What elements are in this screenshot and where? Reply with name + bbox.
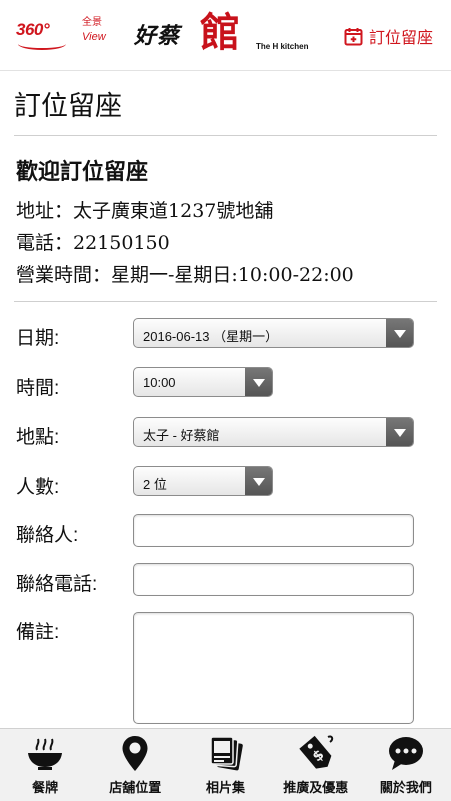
hours-label: 營業時間： (16, 265, 112, 286)
logo-quanjing-text: 全景 (82, 17, 102, 28)
time-label: 時間: (16, 378, 60, 399)
chat-bubble-icon (388, 737, 423, 770)
brand-logo-small: 好蔡 (134, 23, 181, 49)
tab-menu[interactable]: 餐牌 (0, 729, 90, 801)
tab-photo-gallery-label: 相片集 (206, 780, 246, 795)
location-label: 地點: (16, 427, 60, 448)
location-select-value: 太子 - 好蔡館 (143, 428, 220, 443)
calendar-plus-icon (344, 27, 363, 45)
bowl-icon (28, 738, 63, 770)
tab-promotions-label: 推廣及優惠 (283, 780, 349, 795)
notes-label: 備註: (16, 622, 60, 643)
time-select-value: 10:00 (143, 375, 176, 390)
chevron-down-icon (386, 418, 413, 446)
phone-label: 電話： (16, 233, 74, 254)
hours-value: 星期一-星期日:10:00-22:00 (111, 264, 354, 286)
date-label: 日期: (16, 328, 60, 349)
people-label: 人數: (16, 477, 60, 498)
title-divider (14, 135, 437, 136)
address-value: 太子廣東道1237號地舖 (73, 200, 274, 222)
chevron-down-icon (245, 467, 272, 495)
logo-view-text: View (82, 31, 106, 43)
brand-logo-big: 館 (200, 9, 240, 56)
address-line: 地址：太子廣東道1237號地舖 (16, 196, 273, 223)
tab-about-us-label: 關於我們 (379, 780, 432, 795)
price-tag-icon: $ (299, 735, 333, 769)
phone-line: 電話：22150150 (16, 228, 170, 255)
tab-promotions[interactable]: $ 推廣及優惠 (271, 729, 361, 801)
location-select[interactable]: 太子 - 好蔡館 (133, 417, 414, 447)
map-pin-icon (122, 736, 148, 771)
time-select[interactable]: 10:00 (133, 367, 273, 397)
header-divider (0, 70, 451, 71)
hours-line: 營業時間：星期一-星期日:10:00-22:00 (16, 260, 354, 287)
contact-name-input[interactable] (133, 514, 414, 547)
tab-photo-gallery[interactable]: 相片集 (180, 729, 270, 801)
info-divider (14, 301, 437, 302)
page-title: 訂位留座 (14, 91, 122, 121)
contact-label: 聯絡人: (16, 525, 79, 546)
tab-about-us[interactable]: 關於我們 (361, 729, 451, 801)
welcome-heading: 歡迎訂位留座 (16, 159, 149, 184)
contact-phone-input[interactable] (133, 563, 414, 596)
tab-store-location-label: 店舖位置 (109, 780, 162, 795)
tab-menu-label: 餐牌 (32, 780, 59, 795)
logo-360-view: 360° (16, 18, 80, 50)
chevron-down-icon (245, 368, 272, 396)
people-select-value: 2 位 (143, 477, 167, 492)
phone-value: 22150150 (73, 232, 170, 254)
address-label: 地址： (16, 201, 74, 222)
brand-logo-subtitle: The H kitchen (256, 42, 309, 51)
date-select[interactable]: 2016-06-13 （星期一） (133, 318, 414, 348)
tab-store-location[interactable]: 店舖位置 (90, 729, 180, 801)
booking-header-link[interactable]: 訂位留座 (344, 24, 433, 48)
booking-header-link-label: 訂位留座 (369, 30, 434, 47)
photos-icon (209, 736, 243, 771)
notes-textarea[interactable] (133, 612, 414, 724)
app-header: 360° 全景 View 好蔡 館 The H kitchen 訂位留座 (0, 0, 451, 70)
bottom-tab-bar: 餐牌 店舖位置 相片集 $ 推廣及優惠 關於我們 (0, 728, 451, 801)
date-select-value: 2016-06-13 （星期一） (143, 329, 279, 344)
logo-360-text: 360° (16, 20, 50, 39)
logo-swoosh (18, 38, 66, 50)
chevron-down-icon (386, 319, 413, 347)
people-select[interactable]: 2 位 (133, 466, 273, 496)
contact-phone-label: 聯絡電話: (16, 574, 98, 595)
